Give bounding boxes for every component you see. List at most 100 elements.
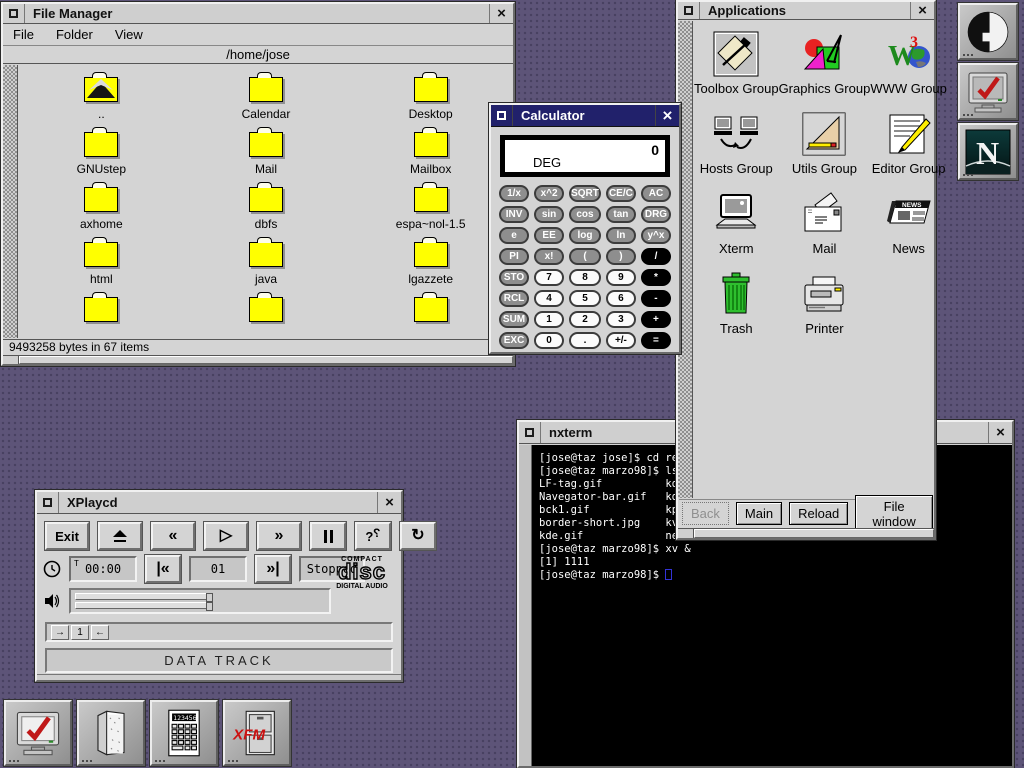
- horizontal-scrollbar[interactable]: [3, 355, 513, 364]
- calc-key[interactable]: 6: [606, 290, 636, 307]
- folder-item[interactable]: axhome: [19, 187, 184, 242]
- close-button[interactable]: ×: [377, 492, 401, 513]
- window-menu-button[interactable]: [491, 105, 513, 126]
- eject-button[interactable]: [98, 522, 142, 550]
- window-menu-button[interactable]: [3, 4, 25, 23]
- window-menu-button[interactable]: [519, 422, 541, 443]
- close-button[interactable]: ×: [655, 105, 679, 126]
- folder-item[interactable]: Calendar: [184, 77, 349, 132]
- calc-key[interactable]: STO: [499, 269, 529, 286]
- app-item-news[interactable]: NEWS News: [870, 191, 947, 271]
- folder-item[interactable]: Mail: [184, 132, 349, 187]
- folder-item-up[interactable]: ..: [19, 77, 184, 132]
- calc-key[interactable]: y^x: [641, 227, 671, 244]
- calc-key[interactable]: 1: [534, 311, 564, 328]
- app-item-toolbox-group[interactable]: Toolbox Group: [694, 31, 779, 111]
- file-window-button[interactable]: File window: [855, 495, 933, 533]
- scrollbar-thumb[interactable]: [694, 529, 934, 538]
- rewind-button[interactable]: «: [151, 522, 195, 550]
- app-item-utils-group[interactable]: Utils Group: [779, 111, 871, 191]
- play-button[interactable]: ▷: [204, 522, 248, 550]
- repeat-button[interactable]: ↻: [400, 522, 436, 550]
- calc-key[interactable]: tan: [606, 206, 636, 223]
- calc-key[interactable]: log: [569, 227, 601, 244]
- applications-titlebar[interactable]: Applications ×: [678, 2, 934, 20]
- launcher-xfm-button[interactable]: XFM: [223, 700, 291, 766]
- calc-key[interactable]: +: [641, 311, 671, 328]
- calc-key[interactable]: =: [641, 332, 671, 349]
- calc-key[interactable]: 8: [569, 269, 601, 286]
- fast-forward-button[interactable]: »: [257, 522, 301, 550]
- calc-key[interactable]: CE/C: [606, 185, 636, 202]
- calc-key[interactable]: +/-: [606, 332, 636, 349]
- calc-key[interactable]: 4: [534, 290, 564, 307]
- calc-key[interactable]: ln: [606, 227, 636, 244]
- program-forward-button[interactable]: →: [51, 625, 69, 640]
- calc-key[interactable]: DRG: [641, 206, 671, 223]
- app-item-printer[interactable]: Printer: [779, 271, 871, 351]
- terminal-scrollbar[interactable]: [519, 445, 532, 766]
- app-item-mail[interactable]: Mail: [779, 191, 871, 271]
- shuffle-button[interactable]: ??: [355, 522, 391, 550]
- main-button[interactable]: Main: [736, 502, 782, 525]
- previous-track-button[interactable]: |«: [145, 555, 181, 583]
- calc-key[interactable]: 1/x: [499, 185, 529, 202]
- calc-key[interactable]: sin: [534, 206, 564, 223]
- program-back-button[interactable]: ←: [91, 625, 109, 640]
- vertical-scrollbar[interactable]: [3, 65, 18, 338]
- file-manager-titlebar[interactable]: File Manager ×: [3, 4, 513, 24]
- calc-key[interactable]: EE: [534, 227, 564, 244]
- close-button[interactable]: ×: [988, 422, 1012, 443]
- dock-console-button[interactable]: [958, 63, 1018, 120]
- calc-key[interactable]: EXC: [499, 332, 529, 349]
- calc-key[interactable]: /: [641, 248, 671, 265]
- app-item-trash[interactable]: Trash: [694, 271, 779, 351]
- app-item-xterm[interactable]: Xterm: [694, 191, 779, 271]
- folder-item-clipped[interactable]: [184, 297, 349, 338]
- app-item-hosts-group[interactable]: Hosts Group: [694, 111, 779, 191]
- horizontal-scrollbar[interactable]: [678, 528, 934, 538]
- calc-key[interactable]: .: [569, 332, 601, 349]
- calc-key[interactable]: AC: [641, 185, 671, 202]
- folder-item[interactable]: java: [184, 242, 349, 297]
- resize-handle[interactable]: [37, 674, 401, 680]
- close-button[interactable]: ×: [910, 2, 934, 19]
- launcher-console-button[interactable]: [4, 700, 72, 766]
- calc-key[interactable]: 3: [606, 311, 636, 328]
- calc-key[interactable]: e: [499, 227, 529, 244]
- folder-item-clipped[interactable]: [19, 297, 184, 338]
- calc-key[interactable]: 7: [534, 269, 564, 286]
- calculator-titlebar[interactable]: Calculator ×: [491, 105, 679, 127]
- xplaycd-titlebar[interactable]: XPlaycd ×: [37, 492, 401, 514]
- calc-key[interactable]: INV: [499, 206, 529, 223]
- scrollbar-thumb[interactable]: [19, 356, 513, 364]
- program-track-button[interactable]: 1: [71, 625, 89, 640]
- next-track-button[interactable]: »|: [255, 555, 291, 583]
- calc-key[interactable]: *: [641, 269, 671, 286]
- calc-key[interactable]: 5: [569, 290, 601, 307]
- calc-key[interactable]: SQRT: [569, 185, 601, 202]
- exit-button[interactable]: Exit: [45, 522, 89, 550]
- close-button[interactable]: ×: [489, 4, 513, 23]
- calc-key[interactable]: 9: [606, 269, 636, 286]
- window-menu-button[interactable]: [37, 492, 59, 513]
- launcher-book-button[interactable]: [77, 700, 145, 766]
- window-menu-button[interactable]: [678, 2, 700, 19]
- volume-slider[interactable]: [69, 588, 331, 614]
- folder-item[interactable]: html: [19, 242, 184, 297]
- menu-folder[interactable]: Folder: [56, 27, 93, 42]
- folder-item[interactable]: GNUstep: [19, 132, 184, 187]
- app-item-graphics-group[interactable]: Graphics Group: [779, 31, 871, 111]
- calc-key[interactable]: x!: [534, 248, 564, 265]
- app-item-www-group[interactable]: W 3 WWW Group: [870, 31, 947, 111]
- calc-key[interactable]: 2: [569, 311, 601, 328]
- dock-afterstep-button[interactable]: [958, 3, 1018, 60]
- calc-key[interactable]: ): [606, 248, 636, 265]
- menu-file[interactable]: File: [13, 27, 34, 42]
- calc-key[interactable]: cos: [569, 206, 601, 223]
- calc-key[interactable]: -: [641, 290, 671, 307]
- calc-key[interactable]: x^2: [534, 185, 564, 202]
- back-button[interactable]: Back: [682, 502, 729, 525]
- app-item-editor-group[interactable]: Editor Group: [870, 111, 947, 191]
- dock-netscape-button[interactable]: N: [958, 123, 1018, 180]
